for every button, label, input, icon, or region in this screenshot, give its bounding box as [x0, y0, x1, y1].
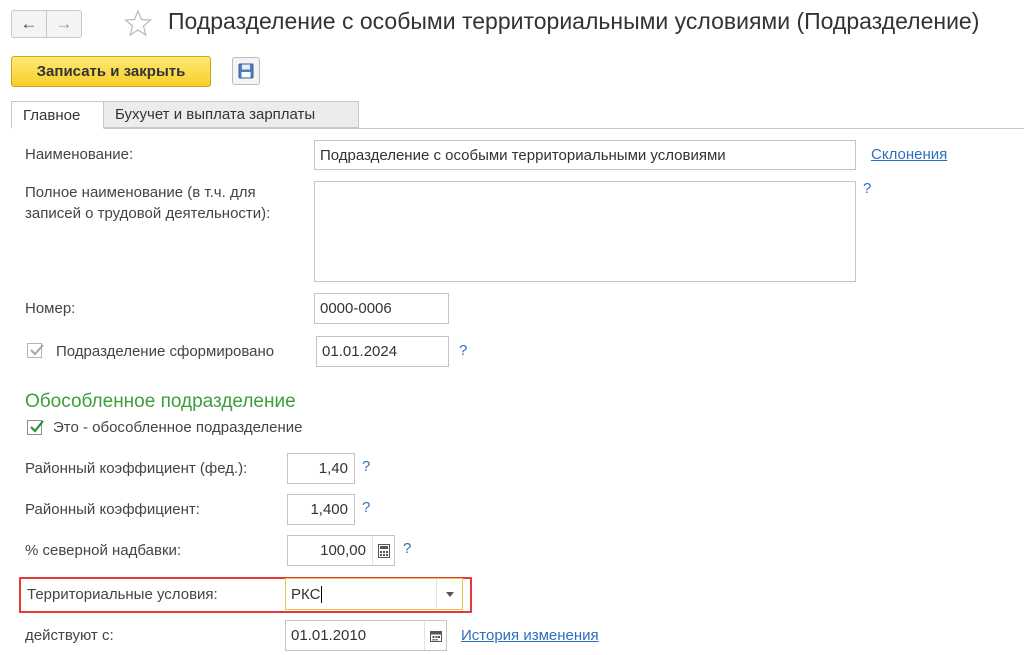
back-button[interactable]: ← — [11, 10, 47, 38]
checkmark-icon — [30, 420, 44, 433]
dropdown-arrow-icon[interactable] — [436, 579, 462, 609]
effective-from-value: 01.01.2010 — [291, 627, 367, 644]
name-input[interactable]: Подразделение с особыми территориальными… — [314, 140, 856, 170]
north-bonus-help-icon[interactable]: ? — [403, 540, 411, 557]
number-label: Номер: — [25, 300, 76, 317]
effective-from-date-input[interactable]: 01.01.2010 — [285, 620, 447, 651]
formed-date-input[interactable]: 01.01.2024 — [316, 336, 449, 367]
north-bonus-label: % северной надбавки: — [25, 542, 182, 559]
tab-accounting-payroll[interactable]: Бухучет и выплата зарплаты — [104, 101, 359, 128]
regional-coef-label: Районный коэффициент: — [25, 501, 200, 518]
name-label: Наименование: — [25, 146, 134, 163]
section-heading-separate: Обособленное подразделение — [25, 391, 296, 412]
save-and-close-button[interactable]: Записать и закрыть — [11, 56, 211, 87]
separate-subdivision-checkbox[interactable] — [27, 420, 44, 435]
text-cursor — [321, 585, 323, 603]
calendar-icon[interactable] — [424, 621, 446, 650]
star-icon[interactable] — [123, 8, 153, 42]
effective-from-label: действуют с: — [25, 627, 114, 644]
regional-coef-fed-help-icon[interactable]: ? — [362, 458, 370, 475]
tab-bar-divider — [11, 128, 1024, 129]
floppy-disk-icon — [238, 63, 254, 79]
territorial-select[interactable]: РКС — [285, 578, 463, 610]
territorial-label: Территориальные условия: — [27, 586, 218, 603]
separate-subdivision-label: Это - обособленное подразделение — [53, 419, 303, 436]
formed-checkbox[interactable] — [27, 343, 44, 358]
declensions-link[interactable]: Склонения — [871, 146, 947, 163]
calculator-icon[interactable] — [372, 536, 394, 565]
save-button[interactable] — [232, 57, 260, 85]
number-input[interactable]: 0000-0006 — [314, 293, 449, 324]
forward-button[interactable]: → — [46, 10, 82, 38]
tab-main[interactable]: Главное — [11, 101, 104, 129]
north-bonus-input[interactable]: 100,00 — [287, 535, 395, 566]
arrow-left-icon: ← — [20, 14, 38, 33]
full-name-textarea[interactable] — [314, 181, 856, 282]
regional-coef-help-icon[interactable]: ? — [362, 499, 370, 516]
full-name-help-icon[interactable]: ? — [863, 180, 871, 197]
formed-help-icon[interactable]: ? — [459, 342, 467, 359]
regional-coef-fed-label: Районный коэффициент (фед.): — [25, 460, 248, 477]
full-name-label: Полное наименование (в т.ч. для записей … — [25, 184, 271, 222]
regional-coef-fed-input[interactable]: 1,40 — [287, 453, 355, 484]
north-bonus-value: 100,00 — [320, 542, 366, 559]
regional-coef-input[interactable]: 1,400 — [287, 494, 355, 525]
territorial-value: РКС — [291, 585, 321, 603]
page-title: Подразделение с особыми территориальными… — [168, 8, 980, 34]
formed-label: Подразделение сформировано — [56, 343, 275, 360]
arrow-right-icon: → — [55, 14, 73, 33]
checkmark-icon — [30, 344, 44, 356]
change-history-link[interactable]: История изменения — [461, 627, 599, 644]
